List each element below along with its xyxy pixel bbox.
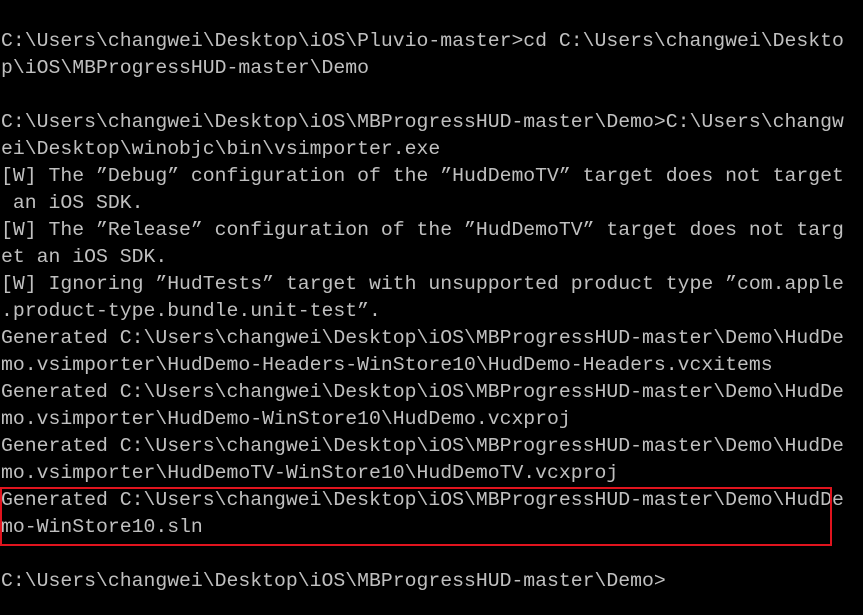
console-line: mo.vsimporter\HudDemoTV-WinStore10\HudDe… [1,462,619,484]
console-line: Generated C:\Users\changwei\Desktop\iOS\… [1,327,844,349]
console-line: Generated C:\Users\changwei\Desktop\iOS\… [1,435,844,457]
console-line: et an iOS SDK. [1,246,168,268]
console-line: p\iOS\MBProgressHUD-master\Demo [1,57,369,79]
console-prompt[interactable]: C:\Users\changwei\Desktop\iOS\MBProgress… [1,568,844,595]
console-line: [W] Ignoring ”HudTests” target with unsu… [1,273,844,295]
console-line: C:\Users\changwei\Desktop\iOS\MBProgress… [1,111,844,133]
console-line: mo.vsimporter\HudDemo-Headers-WinStore10… [1,354,773,376]
console-line: C:\Users\changwei\Desktop\iOS\Pluvio-mas… [1,30,844,52]
console-line: [W] The ”Release” configuration of the ”… [1,219,844,241]
console-line: .product-type.bundle.unit-test”. [1,300,381,322]
highlight-box [0,487,832,546]
console-line: Generated C:\Users\changwei\Desktop\iOS\… [1,381,844,403]
console-line: [W] The ”Debug” configuration of the ”Hu… [1,165,844,187]
console-line: mo.vsimporter\HudDemo-WinStore10\HudDemo… [1,408,571,430]
console-line: an iOS SDK. [1,192,144,214]
console-line: ei\Desktop\winobjc\bin\vsimporter.exe [1,138,441,160]
